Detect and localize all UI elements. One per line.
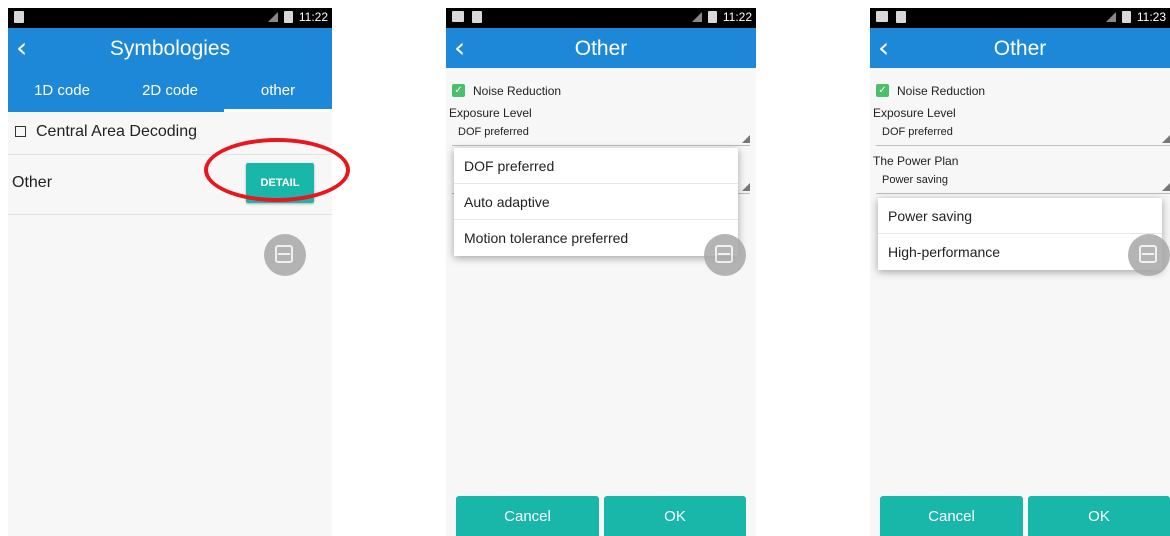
option-high-performance[interactable]: High-performance: [878, 234, 1162, 270]
spinner-arrow-icon: [1162, 183, 1170, 191]
cancel-button[interactable]: Cancel: [456, 496, 599, 536]
status-bar: 11:23: [870, 8, 1170, 28]
image-notification-icon: [876, 11, 888, 22]
notification-icon: [896, 11, 906, 23]
exposure-level-label: Exposure Level: [449, 106, 532, 120]
screen-other-exposure: 11:22 ‹ Other ✓ Noise Reduction Exposure…: [446, 8, 756, 536]
scan-icon: [715, 245, 733, 263]
spinner-arrow-icon: [742, 183, 750, 191]
exposure-level-value: DOF preferred: [458, 126, 529, 138]
app-bar: ‹ Symbologies: [8, 28, 332, 68]
page-title: Other: [574, 37, 628, 60]
power-plan-label: The Power Plan: [873, 154, 959, 168]
image-notification-icon: [452, 11, 464, 22]
highlight-circle: [204, 138, 350, 202]
exposure-level-label: Exposure Level: [873, 106, 956, 120]
screen-symbologies: 11:22 ‹ Symbologies 1D code 2D code othe…: [8, 8, 332, 536]
app-bar: ‹ Other: [446, 28, 756, 68]
noise-reduction-checkbox[interactable]: ✓: [452, 84, 465, 97]
status-bar: 11:22: [8, 8, 332, 28]
spinner-arrow-icon: [742, 135, 750, 143]
option-auto-adaptive[interactable]: Auto adaptive: [454, 184, 738, 220]
exposure-dropdown: DOF preferred Auto adaptive Motion toler…: [454, 148, 738, 256]
power-plan-spinner[interactable]: Power saving: [876, 170, 1170, 194]
ok-button[interactable]: OK: [604, 496, 746, 536]
noise-reduction-checkbox[interactable]: ✓: [876, 84, 889, 97]
scan-fab[interactable]: [704, 234, 746, 276]
page-title: Other: [993, 37, 1047, 60]
scan-icon: [275, 245, 293, 263]
central-area-label: Central Area Decoding: [36, 123, 197, 140]
power-plan-dropdown: Power saving High-performance: [878, 198, 1162, 270]
screen-other-power-plan: 11:23 ‹ Other ✓ Noise Reduction Exposure…: [870, 8, 1170, 536]
page-title: Symbologies: [109, 37, 231, 60]
tab-2d-code[interactable]: 2D code: [116, 68, 224, 112]
option-motion-tolerance[interactable]: Motion tolerance preferred: [454, 220, 738, 256]
status-time: 11:23: [1136, 10, 1166, 24]
noise-reduction-label: Noise Reduction: [473, 84, 562, 98]
app-bar: ‹ Other: [870, 28, 1170, 68]
notification-icon: [472, 11, 482, 23]
status-time: 11:22: [722, 10, 752, 24]
status-bar: 11:22: [446, 8, 756, 28]
tab-bar: 1D code 2D code other: [8, 68, 332, 112]
option-power-saving[interactable]: Power saving: [878, 198, 1162, 234]
power-plan-value: Power saving: [882, 174, 949, 186]
central-area-checkbox[interactable]: [15, 126, 26, 137]
exposure-level-spinner[interactable]: DOF preferred: [876, 122, 1170, 146]
notification-icon: [14, 11, 24, 23]
scan-icon: [1139, 245, 1157, 263]
signal-icon: [267, 12, 278, 22]
option-dof-preferred[interactable]: DOF preferred: [454, 148, 738, 184]
scan-fab[interactable]: [264, 234, 306, 276]
exposure-level-value: DOF preferred: [882, 126, 953, 138]
exposure-level-spinner[interactable]: DOF preferred: [452, 122, 750, 146]
ok-button[interactable]: OK: [1028, 496, 1170, 536]
cancel-button[interactable]: Cancel: [880, 496, 1023, 536]
battery-icon: [1121, 11, 1131, 23]
noise-reduction-label: Noise Reduction: [897, 84, 986, 98]
scan-fab[interactable]: [1128, 234, 1170, 276]
signal-icon: [1105, 12, 1116, 22]
tab-1d-code[interactable]: 1D code: [8, 68, 116, 112]
battery-icon: [707, 11, 717, 23]
status-time: 11:22: [298, 10, 328, 24]
spinner-arrow-icon: [1162, 135, 1170, 143]
signal-icon: [691, 12, 702, 22]
battery-icon: [283, 11, 293, 23]
tab-other[interactable]: other: [224, 68, 332, 112]
other-label: Other: [12, 174, 53, 191]
